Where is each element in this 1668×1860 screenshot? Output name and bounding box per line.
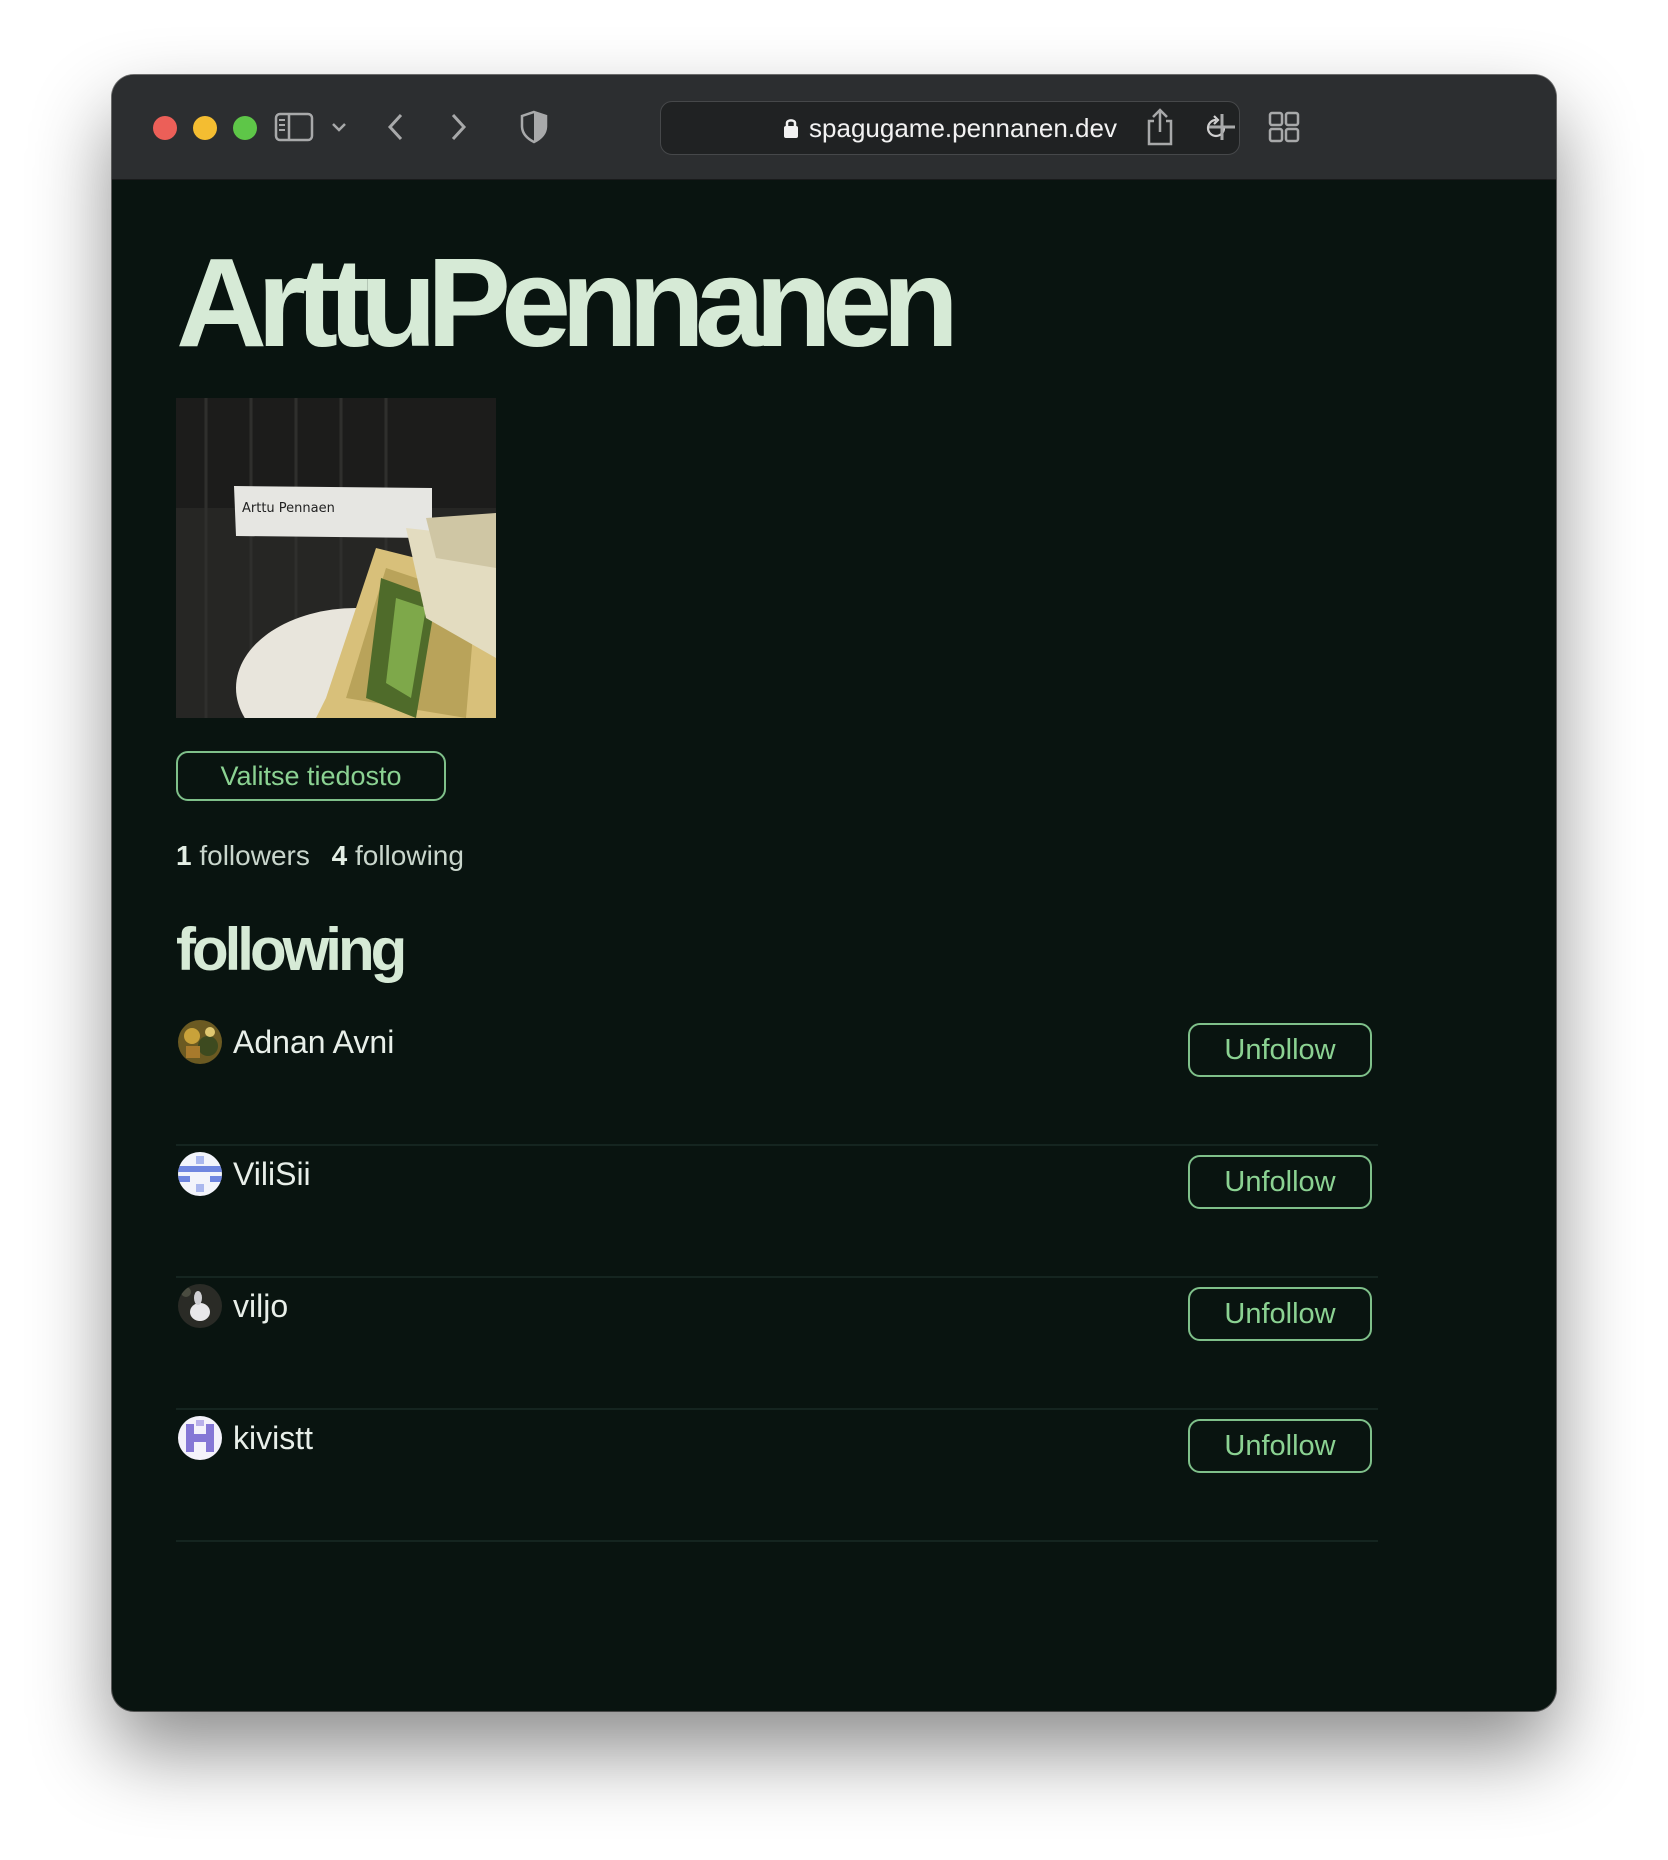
following-list: Adnan Avni Unfollow ViliSii Unfollow vil…: [176, 1016, 1378, 1544]
profile-name: ArttuPennanen: [176, 232, 959, 373]
following-heading: following: [176, 916, 407, 983]
unfollow-button[interactable]: Unfollow: [1188, 1287, 1372, 1341]
avatar[interactable]: [178, 1416, 222, 1460]
close-window-button[interactable]: [153, 116, 177, 140]
choose-file-button[interactable]: Valitse tiedosto: [176, 751, 446, 801]
profile-photo: Arttu Pennaen: [176, 398, 496, 718]
tab-overview-icon[interactable]: [1262, 105, 1306, 149]
sidebar-icon[interactable]: [272, 105, 316, 149]
shield-icon[interactable]: [512, 105, 556, 149]
new-tab-icon[interactable]: [1200, 105, 1244, 149]
followers-label[interactable]: followers: [199, 840, 309, 871]
avatar[interactable]: [178, 1020, 222, 1064]
zoom-window-button[interactable]: [233, 116, 257, 140]
user-name[interactable]: viljo: [233, 1288, 288, 1325]
forward-icon[interactable]: [436, 105, 480, 149]
browser-toolbar: spagugame.pennanen.dev: [112, 75, 1556, 180]
page-content: ArttuPennanen Arttu Pennaen Valitse tied…: [112, 180, 1556, 1711]
lock-icon: [784, 119, 799, 138]
address-url: spagugame.pennanen.dev: [809, 112, 1117, 143]
photo-label: Arttu Pennaen: [242, 501, 335, 516]
following-label[interactable]: following: [355, 840, 464, 871]
minimize-window-button[interactable]: [193, 116, 217, 140]
following-count: 4: [331, 840, 348, 871]
follow-counts: 1 followers 4 following: [176, 840, 464, 872]
share-icon[interactable]: [1138, 105, 1182, 149]
user-name[interactable]: Adnan Avni: [233, 1024, 394, 1061]
chevron-down-icon[interactable]: [324, 105, 354, 149]
unfollow-button[interactable]: Unfollow: [1188, 1155, 1372, 1209]
list-item: viljo Unfollow: [176, 1280, 1378, 1410]
avatar[interactable]: [178, 1284, 222, 1328]
back-icon[interactable]: [374, 105, 418, 149]
list-item: kivistt Unfollow: [176, 1412, 1378, 1542]
list-item: Adnan Avni Unfollow: [176, 1016, 1378, 1146]
unfollow-button[interactable]: Unfollow: [1188, 1419, 1372, 1473]
browser-window: spagugame.pennanen.dev ArttuPennanen Art…: [112, 75, 1556, 1711]
list-item: ViliSii Unfollow: [176, 1148, 1378, 1278]
followers-count: 1: [176, 840, 192, 871]
user-name[interactable]: ViliSii: [233, 1156, 311, 1193]
user-name[interactable]: kivistt: [233, 1420, 313, 1457]
unfollow-button[interactable]: Unfollow: [1188, 1023, 1372, 1077]
avatar[interactable]: [178, 1152, 222, 1196]
